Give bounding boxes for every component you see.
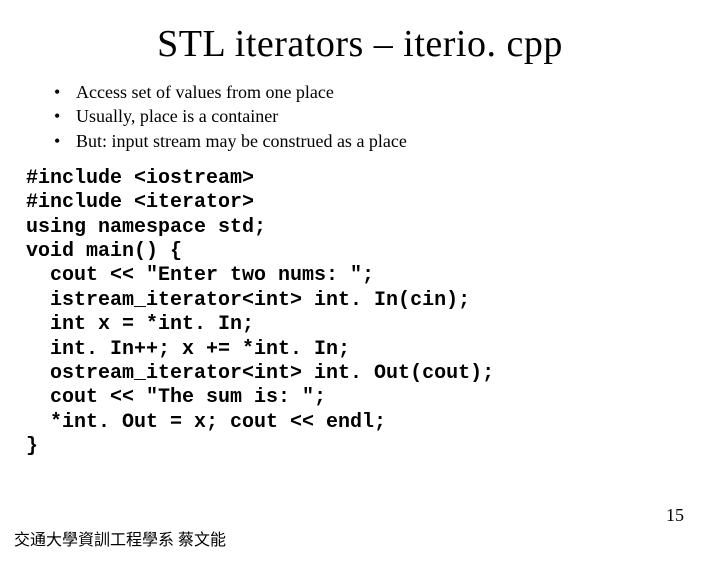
code-line: #include <iterator> (26, 191, 254, 214)
code-line: void main() { (26, 240, 182, 263)
code-line: ostream_iterator<int> int. Out(cout); (26, 362, 494, 385)
code-line: cout << "The sum is: "; (26, 386, 326, 409)
list-item: Access set of values from one place (48, 80, 720, 104)
slide: STL iterators – iterio. cpp Access set o… (0, 22, 720, 562)
code-block: #include <iostream> #include <iterator> … (26, 167, 720, 460)
list-item: Usually, place is a container (48, 104, 720, 128)
code-line: #include <iostream> (26, 167, 254, 190)
code-line: *int. Out = x; cout << endl; (26, 411, 386, 434)
bullet-list: Access set of values from one place Usua… (48, 80, 720, 153)
page-number: 15 (666, 505, 684, 526)
list-item: But: input stream may be construed as a … (48, 129, 720, 153)
code-line: using namespace std; (26, 216, 266, 239)
code-line: istream_iterator<int> int. In(cin); (26, 289, 470, 312)
footer-text: 交通大學資訓工程學系 蔡文能 (14, 526, 226, 550)
code-line: int x = *int. In; (26, 313, 254, 336)
code-line: cout << "Enter two nums: "; (26, 264, 374, 287)
slide-title: STL iterators – iterio. cpp (0, 22, 720, 66)
code-line: int. In++; x += *int. In; (26, 338, 350, 361)
code-line: } (26, 435, 38, 458)
